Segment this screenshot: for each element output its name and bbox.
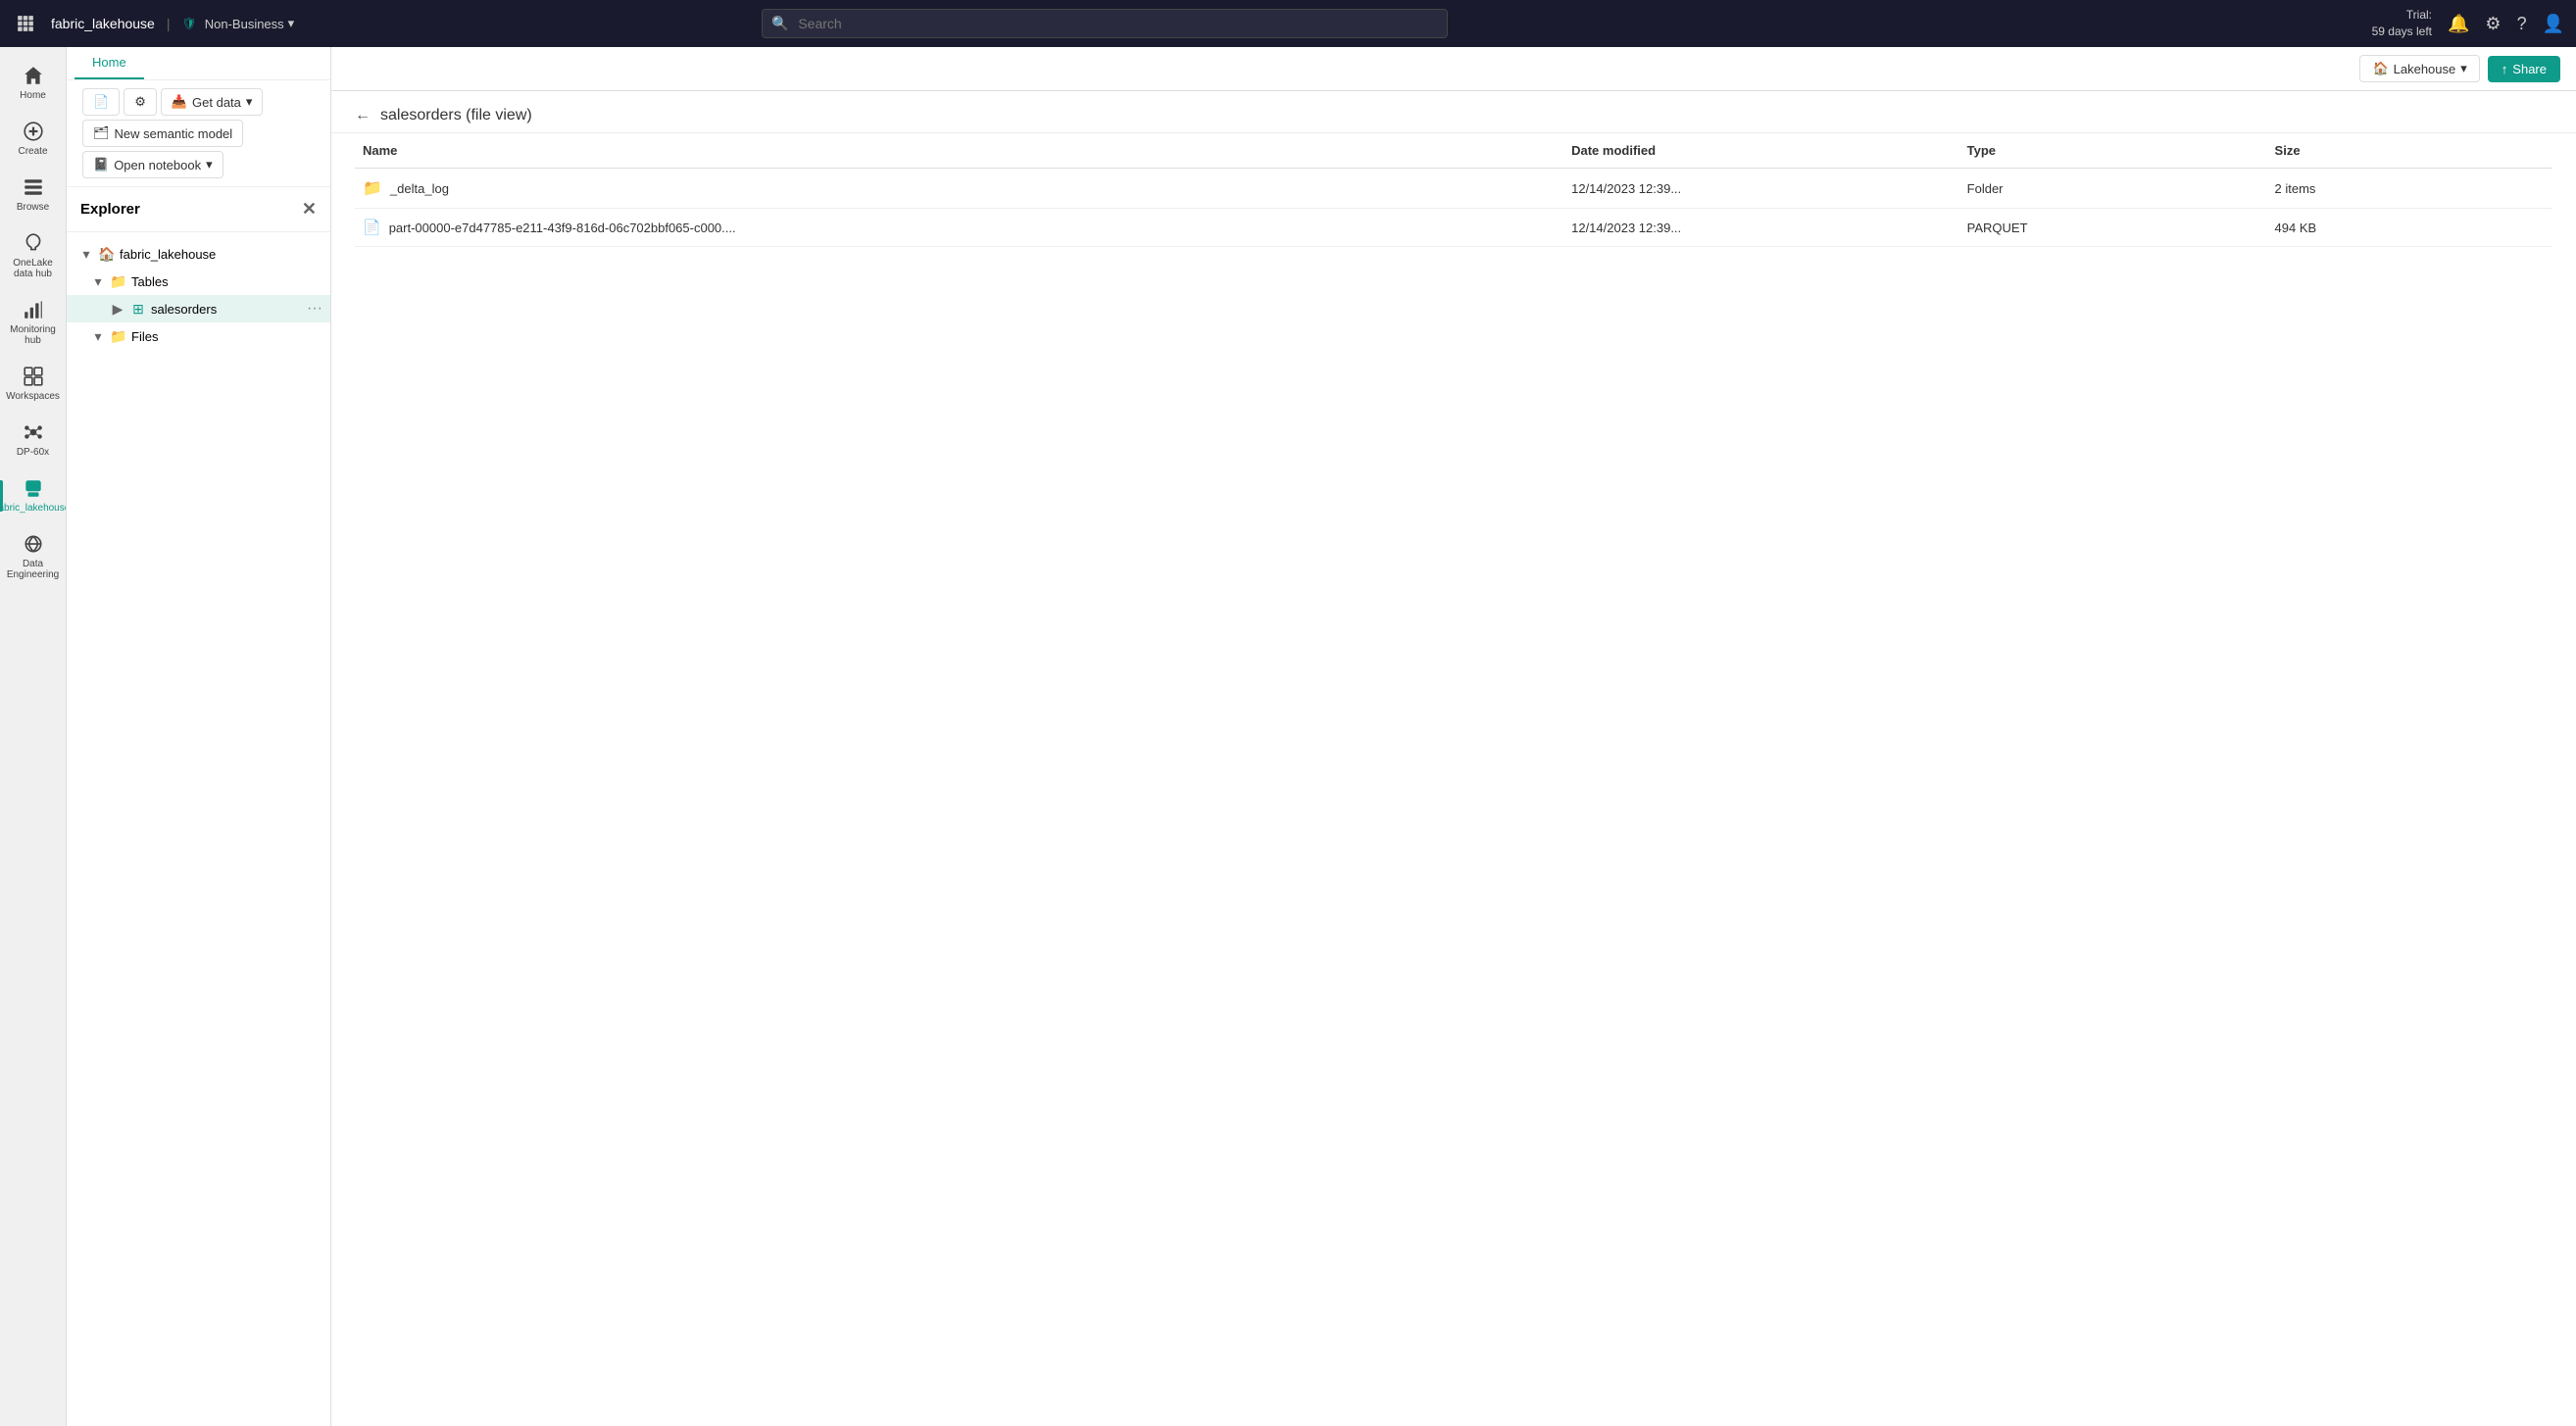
brand: fabric_lakehouse | 🛡 Non-Business ▾ <box>51 16 294 31</box>
chevron-down-icon: ▾ <box>288 16 295 31</box>
root-label: fabric_lakehouse <box>120 247 322 262</box>
get-data-icon: 📥 <box>172 94 187 110</box>
cell-name: 📄 part-00000-e7d47785-e211-43f9-816d-06c… <box>355 209 1563 247</box>
explorer-close-button[interactable]: ✕ <box>302 199 317 220</box>
explorer-panel: Home 📄 ⚙ 📥 Get data ▾ 🗂 New semantic mod… <box>67 47 331 1426</box>
sidebar-item-fabric-lakehouse[interactable]: fabric_lakehouse <box>0 467 66 523</box>
chevron-down-icon: ▾ <box>90 328 106 344</box>
share-icon: ↑ <box>2502 62 2508 76</box>
main-area: Home Create Browse OneLake data hub Moni… <box>0 47 2576 1426</box>
tree-salesorders[interactable]: ▶ ⊞ salesorders ··· <box>67 295 330 322</box>
sidebar-item-onelake[interactable]: OneLake data hub <box>0 222 66 289</box>
root-icon: 🏠 <box>98 245 116 263</box>
sidebar-item-workspaces[interactable]: Workspaces <box>0 356 66 412</box>
shield-icon: 🛡 <box>182 17 197 30</box>
chevron-down-icon: ▾ <box>2460 61 2467 76</box>
chevron-right-icon: ▶ <box>110 301 125 317</box>
folder-icon: 📁 <box>110 272 127 290</box>
table-row[interactable]: 📄 part-00000-e7d47785-e211-43f9-816d-06c… <box>355 209 2552 247</box>
gear-icon: ⚙ <box>134 94 146 110</box>
cell-date: 12/14/2023 12:39... <box>1563 169 1959 209</box>
sensitivity-label[interactable]: Non-Business ▾ <box>205 16 294 31</box>
content-area: 🏠 Lakehouse ▾ ↑ Share ← salesorders (fil… <box>331 47 2576 1426</box>
help-icon[interactable]: ? <box>2517 14 2527 34</box>
tree-root[interactable]: ▾ 🏠 fabric_lakehouse <box>67 240 330 268</box>
sidebar-item-create[interactable]: Create <box>0 111 66 167</box>
new-item-icon: 📄 <box>93 94 109 110</box>
col-header-size: Size <box>2267 133 2552 169</box>
page-title: salesorders (file view) <box>380 107 532 124</box>
new-item-button[interactable]: 📄 <box>82 88 120 116</box>
cell-size: 2 items <box>2267 169 2552 209</box>
col-header-name: Name <box>355 133 1563 169</box>
chevron-down-icon: ▾ <box>90 273 106 289</box>
files-folder-icon: 📁 <box>110 327 127 345</box>
more-options-icon[interactable]: ··· <box>307 300 322 318</box>
explorer-title: Explorer <box>80 201 140 218</box>
chevron-down-icon-2: ▾ <box>206 157 213 172</box>
chevron-down-icon: ▾ <box>246 94 253 110</box>
cell-size: 494 KB <box>2267 209 2552 247</box>
trial-info: Trial: 59 days left <box>2372 7 2432 40</box>
back-button[interactable]: ← <box>355 107 371 124</box>
col-header-date: Date modified <box>1563 133 1959 169</box>
tab-home[interactable]: Home <box>74 47 144 79</box>
cell-type: PARQUET <box>1959 209 2267 247</box>
toolbar: 📄 ⚙ 📥 Get data ▾ 🗂 New semantic model 📓 … <box>67 80 330 187</box>
share-button[interactable]: ↑ Share <box>2488 56 2560 82</box>
tables-label: Tables <box>131 274 322 289</box>
sidebar-icons: Home Create Browse OneLake data hub Moni… <box>0 47 67 1426</box>
cell-date: 12/14/2023 12:39... <box>1563 209 1959 247</box>
settings-icon[interactable]: ⚙ <box>2485 14 2501 34</box>
table-icon: ⊞ <box>129 300 147 318</box>
semantic-icon: 🗂 <box>93 125 110 141</box>
grid-menu-icon[interactable] <box>12 10 39 37</box>
sidebar-item-home[interactable]: Home <box>0 55 66 111</box>
salesorders-label: salesorders <box>151 302 303 317</box>
topbar: fabric_lakehouse | 🛡 Non-Business ▾ 🔍 Tr… <box>0 0 2576 47</box>
sidebar-item-browse[interactable]: Browse <box>0 167 66 222</box>
sidebar-item-data-engineering[interactable]: Data Engineering <box>0 523 66 590</box>
lakehouse-icon: 🏠 <box>2372 61 2388 76</box>
page-header: ← salesorders (file view) <box>331 91 2576 133</box>
search-icon: 🔍 <box>771 16 788 32</box>
topbar-right: Trial: 59 days left 🔔 ⚙ ? 👤 <box>2372 7 2564 40</box>
separator: | <box>167 16 171 31</box>
file-icon: 📄 <box>363 219 381 236</box>
sidebar-item-monitoring[interactable]: Monitoring hub <box>0 289 66 356</box>
file-table-wrap: Name Date modified Type Size 📁 _delta_lo… <box>331 133 2576 1426</box>
cell-type: Folder <box>1959 169 2267 209</box>
settings-button[interactable]: ⚙ <box>124 88 157 116</box>
get-data-button[interactable]: 📥 Get data ▾ <box>161 88 264 116</box>
notebook-icon: 📓 <box>93 157 109 172</box>
search-bar: 🔍 <box>762 9 1448 38</box>
file-table: Name Date modified Type Size 📁 _delta_lo… <box>355 133 2552 247</box>
brand-name: fabric_lakehouse <box>51 16 155 31</box>
col-header-type: Type <box>1959 133 2267 169</box>
explorer-tree: ▾ 🏠 fabric_lakehouse ▾ 📁 Tables ▶ ⊞ sale… <box>67 232 330 1426</box>
files-label: Files <box>131 329 322 344</box>
search-input[interactable] <box>762 9 1448 38</box>
notification-icon[interactable]: 🔔 <box>2448 14 2469 34</box>
account-icon[interactable]: 👤 <box>2543 14 2564 34</box>
explorer-header: Explorer ✕ <box>67 187 330 232</box>
new-semantic-button[interactable]: 🗂 New semantic model <box>82 120 243 147</box>
chevron-down-icon: ▾ <box>78 246 94 262</box>
tree-tables[interactable]: ▾ 📁 Tables <box>67 268 330 295</box>
open-notebook-button[interactable]: 📓 Open notebook ▾ <box>82 151 223 178</box>
lakehouse-button[interactable]: 🏠 Lakehouse ▾ <box>2359 55 2479 82</box>
table-row[interactable]: 📁 _delta_log 12/14/2023 12:39... Folder … <box>355 169 2552 209</box>
folder-icon: 📁 <box>363 178 382 198</box>
cell-name: 📁 _delta_log <box>355 169 1563 209</box>
tree-files[interactable]: ▾ 📁 Files <box>67 322 330 350</box>
sidebar-item-dp60x[interactable]: DP-60x <box>0 412 66 467</box>
